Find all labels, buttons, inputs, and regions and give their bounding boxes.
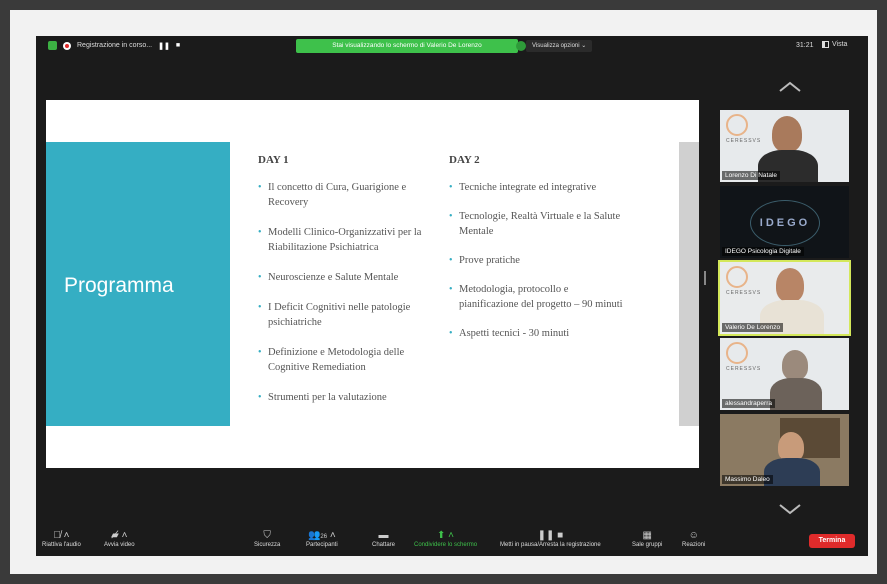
logo-text: CERESSVS (726, 366, 762, 372)
participant-name: alessandraperra (722, 399, 775, 408)
share-screen-button[interactable]: ⬆ ˄ Condividere lo schermo (414, 530, 477, 548)
reactions-label: Reazioni (682, 542, 706, 548)
start-video-button[interactable]: ▰̸ ˄ Avvia video (104, 530, 135, 548)
grid-icon: ▦ (642, 530, 652, 541)
participants-count: 26 (320, 534, 328, 540)
meeting-toolbar: 🎙̸ ˄ Riattiva l'audio ▰̸ ˄ Avvia video ⛉… (36, 528, 868, 556)
shield-icon: ⛉ (263, 530, 271, 541)
logo-text: CERESSVS (726, 138, 762, 144)
screen-share-banner: Stai visualizzando lo schermo di Valerio… (296, 39, 526, 53)
view-button[interactable]: Vista (822, 41, 847, 48)
chat-button[interactable]: ▬ Chattare (372, 530, 395, 548)
participant-tile[interactable]: IDEGO IDEGO Psicologia Digitale (720, 186, 849, 258)
panel-resize-handle[interactable] (704, 271, 706, 285)
muted-mic-icon: 🎙̸ ˄ (53, 530, 70, 541)
share-screen-icon: ⬆ ˄ (437, 530, 455, 541)
person-head (772, 116, 802, 152)
share-status-icon (516, 41, 526, 51)
pause-recording-icon[interactable]: ❚❚ (158, 42, 170, 50)
logo-icon (726, 342, 748, 364)
scroll-up-icon[interactable] (776, 80, 804, 94)
day2-item: Tecniche integrate ed integrative (449, 180, 624, 195)
meeting-timer: 31:21 (796, 42, 814, 49)
person-head (782, 350, 808, 380)
view-layout-icon (822, 41, 829, 48)
start-video-label: Avvia video (104, 542, 135, 548)
participant-tile[interactable]: CERESSVS alessandraperra (720, 338, 849, 410)
participants-button[interactable]: 👥26 ˄ Partecipanti (306, 530, 338, 548)
record-icon (63, 41, 71, 50)
unmute-button[interactable]: 🎙̸ ˄ Riattiva l'audio (42, 530, 81, 548)
security-label: Sicurezza (254, 542, 281, 548)
day1-item: Neuroscienze e Salute Mentale (258, 270, 446, 285)
day1-item: Definizione e Metodologia delle Cognitiv… (258, 345, 446, 375)
meeting-topbar: Registrazione in corso... ❚❚ ■ Stai visu… (36, 36, 868, 60)
breakout-rooms-label: Sale gruppi (632, 542, 663, 548)
participant-name: Massimo Daleo (722, 475, 773, 484)
participants-label: Partecipanti (306, 542, 338, 548)
chat-icon: ▬ (378, 530, 389, 541)
logo-icon (726, 114, 748, 136)
day2-item: Aspetti tecnici - 30 minuti (449, 326, 624, 341)
zoom-window: Registrazione in corso... ❚❚ ■ Stai visu… (36, 36, 868, 556)
view-label: Vista (832, 41, 848, 48)
unmute-label: Riattiva l'audio (42, 542, 81, 548)
shield-icon[interactable] (48, 41, 57, 50)
day1-heading: DAY 1 (258, 154, 289, 166)
share-banner-text: Stai visualizzando lo schermo di Valerio… (332, 42, 482, 49)
recording-label: Registrazione in corso... (77, 42, 153, 49)
participant-tile[interactable]: CERESSVS Lorenzo Di Natale (720, 110, 849, 182)
participant-name: IDEGO Psicologia Digitale (722, 247, 804, 256)
shared-slide: Programma DAY 1 Il concetto di Cura, Gua… (46, 100, 699, 468)
person-head (776, 268, 804, 302)
recording-status: Registrazione in corso... ❚❚ ■ (48, 41, 180, 50)
logo-icon (726, 266, 748, 288)
participants-icon: 👥26 ˄ (307, 530, 336, 541)
chat-label: Chattare (372, 542, 396, 548)
participant-name: Lorenzo Di Natale (722, 171, 781, 180)
day1-item: Strumenti per la valutazione (258, 390, 446, 405)
day2-item: Metodologia, protocollo e pianificazione… (449, 282, 624, 312)
logo-text: CERESSVS (726, 290, 762, 296)
pause-stop-icon: ❚❚ ■ (537, 530, 564, 541)
day2-column: DAY 2 Tecniche integrate ed integrative … (449, 154, 624, 355)
participant-tile[interactable]: Massimo Daleo (720, 414, 849, 486)
end-meeting-button[interactable]: Termina (809, 534, 855, 548)
day1-column: DAY 1 Il concetto di Cura, Guarigione e … (258, 154, 446, 420)
view-options-button[interactable]: Visualizza opzioni ⌄ (526, 40, 593, 52)
slide-title-panel: Programma (46, 142, 230, 426)
idego-logo: IDEGO (750, 200, 820, 246)
day1-item: Il concetto di Cura, Guarigione e Recove… (258, 180, 446, 210)
person-body (770, 378, 822, 410)
slide-title: Programma (64, 274, 174, 297)
recording-controls-button[interactable]: ❚❚ ■ Metti in pausa/Arresta la registraz… (500, 530, 601, 548)
participant-tile-active-speaker[interactable]: CERESSVS Valerio De Lorenzo (718, 260, 851, 336)
reactions-button[interactable]: ☺ Reazioni (682, 530, 705, 548)
recording-controls-label: Metti in pausa/Arresta la registrazione (500, 542, 601, 548)
day2-heading: DAY 2 (449, 154, 480, 166)
scroll-down-icon[interactable] (776, 502, 804, 516)
breakout-rooms-button[interactable]: ▦ Sale gruppi (632, 530, 662, 548)
day2-item: Prove pratiche (449, 253, 624, 268)
slide-edge-strip (679, 142, 699, 426)
day2-item: Tecnologie, Realtà Virtuale e la Salute … (449, 209, 624, 239)
stop-recording-icon[interactable]: ■ (176, 42, 180, 49)
participant-name: Valerio De Lorenzo (722, 323, 784, 332)
day1-item: I Deficit Cognitivi nelle patologie psic… (258, 300, 446, 330)
security-button[interactable]: ⛉ Sicurezza (254, 530, 280, 548)
day1-item: Modelli Clinico-Organizzativi per la Ria… (258, 225, 446, 255)
smiley-icon: ☺ (688, 530, 699, 541)
share-screen-label: Condividere lo schermo (414, 542, 478, 548)
video-off-icon: ▰̸ ˄ (111, 530, 128, 541)
